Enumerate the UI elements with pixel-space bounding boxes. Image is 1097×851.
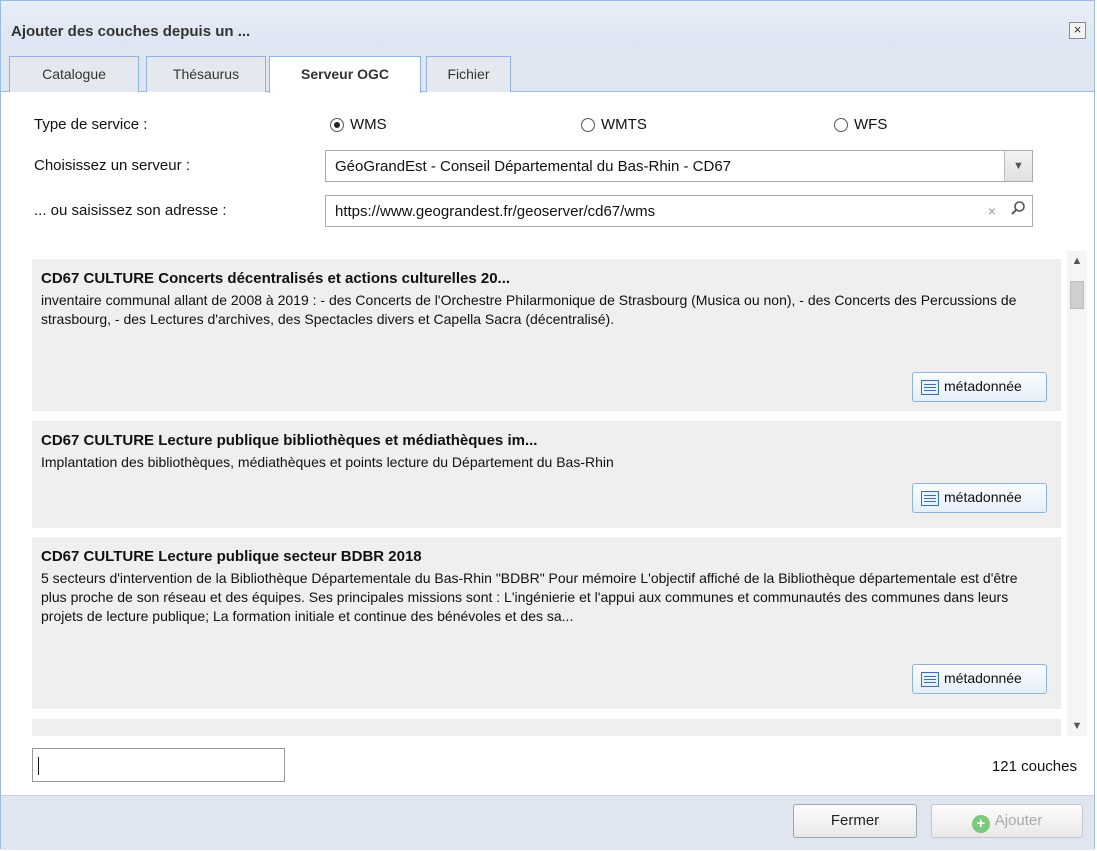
- close-icon[interactable]: ×: [1069, 22, 1086, 39]
- metadata-label: métadonnée: [944, 670, 1022, 686]
- scrollbar-thumb[interactable]: [1070, 281, 1084, 309]
- tab-thesaurus[interactable]: Thésaurus: [146, 56, 266, 92]
- server-select-value: GéoGrandEst - Conseil Départemental du B…: [335, 158, 732, 175]
- radio-wmts[interactable]: [581, 118, 595, 132]
- metadata-label: métadonnée: [944, 489, 1022, 505]
- server-select-label: Choisissez un serveur :: [34, 157, 190, 174]
- metadata-button[interactable]: métadonnée: [912, 664, 1047, 694]
- tab-fichier[interactable]: Fichier: [426, 56, 511, 92]
- tab-serveur-ogc[interactable]: Serveur OGC: [269, 56, 421, 93]
- add-layers-dialog: Ajouter des couches depuis un ... × Cata…: [0, 0, 1095, 850]
- radio-wmts-label[interactable]: WMTS: [601, 116, 647, 133]
- filter-input[interactable]: [32, 748, 285, 782]
- metadata-button[interactable]: métadonnée: [912, 372, 1047, 402]
- layer-description: 5 secteurs d'intervention de la Biblioth…: [41, 570, 1018, 624]
- text-caret: [38, 757, 39, 775]
- layer-title: CD67 CULTURE Concerts décentralisés et a…: [41, 270, 511, 287]
- tab-catalogue[interactable]: Catalogue: [9, 56, 139, 92]
- server-url-input[interactable]: https://www.geograndest.fr/geoserver/cd6…: [325, 195, 1033, 227]
- list-item[interactable]: [32, 719, 1061, 736]
- add-icon: +: [971, 815, 990, 833]
- add-button-label: Ajouter: [994, 812, 1043, 829]
- search-icon[interactable]: [1007, 199, 1029, 223]
- clear-icon[interactable]: ×: [981, 199, 1003, 223]
- chevron-down-icon[interactable]: ▼: [1004, 151, 1032, 181]
- server-url-label: ... ou saisissez son adresse :: [34, 202, 227, 219]
- close-button[interactable]: Fermer: [793, 804, 917, 838]
- metadata-label: métadonnée: [944, 378, 1022, 394]
- metadata-icon: [921, 380, 939, 395]
- dialog-title: Ajouter des couches depuis un ...: [11, 23, 251, 40]
- chevron-down-icon[interactable]: ▼: [1067, 716, 1087, 736]
- list-item[interactable]: CD67 CULTURE Lecture publique secteur BD…: [32, 537, 1061, 709]
- layer-description: inventaire communal allant de 2008 à 201…: [41, 292, 1017, 327]
- layer-title: CD67 CULTURE Lecture publique secteur BD…: [41, 548, 422, 565]
- list-item[interactable]: CD67 CULTURE Lecture publique bibliothèq…: [32, 421, 1061, 528]
- chevron-up-icon[interactable]: ▲: [1067, 251, 1087, 271]
- radio-wfs-label[interactable]: WFS: [854, 116, 887, 133]
- list-scrollbar[interactable]: ▲ ▼: [1067, 251, 1087, 736]
- layer-count: 121 couches: [991, 758, 1077, 775]
- layer-list: CD67 CULTURE Concerts décentralisés et a…: [29, 251, 1063, 736]
- add-button[interactable]: + Ajouter: [931, 804, 1083, 838]
- layer-description: Implantation des bibliothèques, médiathè…: [41, 454, 614, 470]
- radio-wfs[interactable]: [834, 118, 848, 132]
- server-select[interactable]: GéoGrandEst - Conseil Départemental du B…: [325, 150, 1033, 182]
- radio-wms-label[interactable]: WMS: [350, 116, 387, 133]
- service-type-label: Type de service :: [34, 116, 148, 133]
- server-url-value: https://www.geograndest.fr/geoserver/cd6…: [335, 203, 656, 220]
- metadata-icon: [921, 491, 939, 506]
- radio-wms[interactable]: [330, 118, 344, 132]
- metadata-icon: [921, 672, 939, 687]
- layer-title: CD67 CULTURE Lecture publique bibliothèq…: [41, 432, 538, 449]
- metadata-button[interactable]: métadonnée: [912, 483, 1047, 513]
- dialog-titlebar: Ajouter des couches depuis un ... ×: [1, 1, 1094, 49]
- list-item[interactable]: CD67 CULTURE Concerts décentralisés et a…: [32, 259, 1061, 411]
